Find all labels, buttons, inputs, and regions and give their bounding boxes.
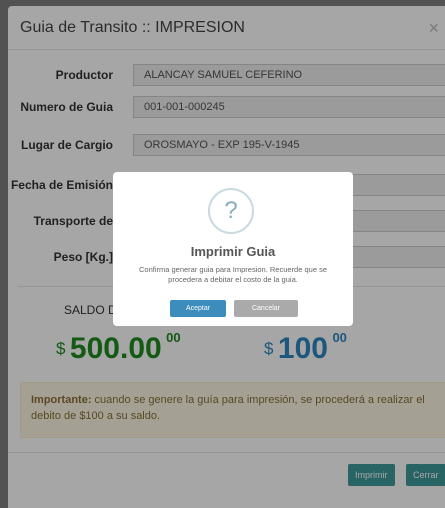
dialog-text: Confirma generar guia para Impresion. Re… <box>138 265 328 284</box>
cancelar-button[interactable]: Cancelar <box>234 300 298 317</box>
aceptar-button[interactable]: Aceptar <box>170 300 226 317</box>
dialog-title: Imprimir Guia <box>190 244 276 259</box>
confirm-dialog: ? Imprimir Guia Confirma generar guia pa… <box>113 172 353 326</box>
question-icon: ? <box>208 188 254 234</box>
